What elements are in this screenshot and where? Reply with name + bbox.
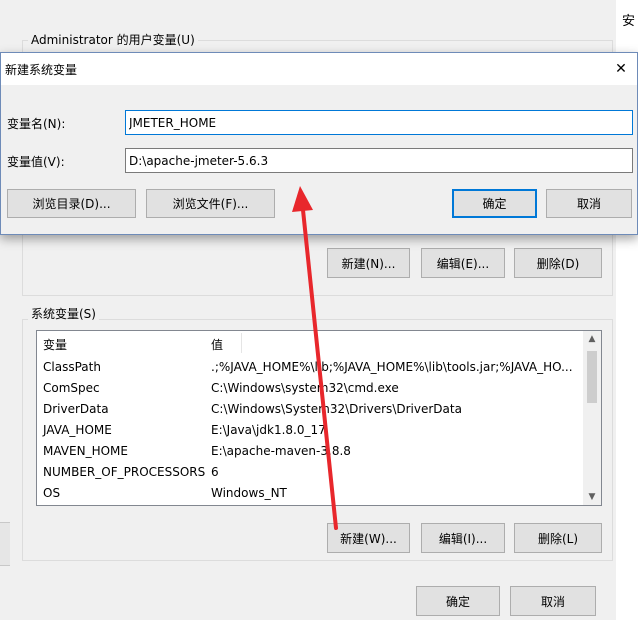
- browse-file-button[interactable]: 浏览文件(F)...: [146, 189, 275, 218]
- table-row[interactable]: OS Windows_NT: [37, 483, 583, 504]
- system-delete-button[interactable]: 删除(L): [514, 523, 602, 553]
- system-variables-title: 系统变量(S): [28, 305, 99, 322]
- row-variable-value: 6: [211, 465, 219, 479]
- variable-name-label: 变量名(N):: [7, 117, 66, 131]
- row-variable-value: Windows_NT: [211, 486, 287, 500]
- window-cancel-button[interactable]: 取消: [510, 586, 596, 616]
- row-variable-value: E:\Java\jdk1.8.0_17: [211, 423, 326, 437]
- table-row[interactable]: ComSpec C:\Windows\system32\cmd.exe: [37, 378, 583, 399]
- column-separator[interactable]: [241, 333, 242, 353]
- column-header-variable[interactable]: 变量: [43, 336, 67, 353]
- column-header-value[interactable]: 值: [211, 336, 223, 353]
- scrollbar-thumb[interactable]: [587, 351, 597, 403]
- row-variable-name: NUMBER_OF_PROCESSORS: [43, 465, 206, 479]
- row-variable-name: DriverData: [43, 402, 109, 416]
- user-edit-button[interactable]: 编辑(E)...: [421, 248, 505, 278]
- user-variables-title: Administrator 的用户变量(U): [28, 31, 198, 48]
- browse-directory-button[interactable]: 浏览目录(D)...: [7, 189, 136, 218]
- table-row[interactable]: JAVA_HOME E:\Java\jdk1.8.0_17: [37, 420, 583, 441]
- system-edit-button[interactable]: 编辑(I)...: [421, 523, 505, 553]
- row-variable-value: C:\Windows\system32\cmd.exe: [211, 381, 399, 395]
- system-new-button[interactable]: 新建(W)...: [327, 523, 410, 553]
- system-variables-list[interactable]: 变量 值 ClassPath .;%JAVA_HOME%\lib;%JAVA_H…: [36, 330, 602, 506]
- list-rows: ClassPath .;%JAVA_HOME%\lib;%JAVA_HOME%\…: [37, 357, 583, 504]
- row-variable-value: .;%JAVA_HOME%\lib;%JAVA_HOME%\lib\tools.…: [211, 360, 573, 374]
- dialog-cancel-button[interactable]: 取消: [546, 189, 632, 218]
- user-new-button[interactable]: 新建(N)...: [327, 248, 410, 278]
- row-variable-name: ComSpec: [43, 381, 100, 395]
- chevron-down-icon[interactable]: ▼: [583, 489, 601, 505]
- chevron-up-icon[interactable]: ▲: [583, 331, 601, 347]
- table-row[interactable]: NUMBER_OF_PROCESSORS 6: [37, 462, 583, 483]
- left-edge-strip: [0, 522, 10, 566]
- window-ok-button[interactable]: 确定: [416, 586, 500, 616]
- list-scrollbar[interactable]: ▲ ▼: [583, 331, 601, 505]
- table-row[interactable]: ClassPath .;%JAVA_HOME%\lib;%JAVA_HOME%\…: [37, 357, 583, 378]
- variable-name-field[interactable]: [125, 110, 633, 135]
- row-variable-name: MAVEN_HOME: [43, 444, 128, 458]
- dialog-titlebar[interactable]: 新建系统变量 ✕: [1, 53, 637, 85]
- dialog-ok-button[interactable]: 确定: [452, 189, 537, 218]
- new-system-variable-dialog: 新建系统变量 ✕ 变量名(N): 变量值(V): 浏览目录(D)... 浏览文件…: [0, 52, 638, 235]
- dialog-title: 新建系统变量: [5, 63, 78, 77]
- row-variable-name: ClassPath: [43, 360, 101, 374]
- list-header: 变量 值: [37, 331, 583, 355]
- table-row[interactable]: MAVEN_HOME E:\apache-maven-3.8.8: [37, 441, 583, 462]
- row-variable-value: C:\Windows\System32\Drivers\DriverData: [211, 402, 462, 416]
- row-variable-value: E:\apache-maven-3.8.8: [211, 444, 351, 458]
- variable-value-field[interactable]: [125, 148, 633, 173]
- row-variable-name: JAVA_HOME: [43, 423, 112, 437]
- user-delete-button[interactable]: 删除(D): [514, 248, 602, 278]
- partial-title-text: 安: [622, 14, 636, 29]
- variable-value-label: 变量值(V):: [7, 155, 65, 169]
- row-variable-name: OS: [43, 486, 61, 500]
- table-row[interactable]: DriverData C:\Windows\System32\Drivers\D…: [37, 399, 583, 420]
- close-icon[interactable]: ✕: [607, 55, 635, 83]
